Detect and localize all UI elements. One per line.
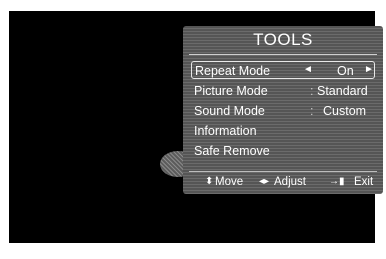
menu-item-label: Sound Mode bbox=[194, 104, 265, 118]
menu-title: TOOLS bbox=[253, 30, 313, 49]
menu-item-label: Repeat Mode bbox=[195, 64, 271, 78]
move-hint: Move bbox=[215, 176, 244, 188]
arrow-right-icon[interactable]: ► bbox=[364, 62, 374, 78]
adjust-hint: Adjust bbox=[274, 176, 306, 188]
menu-item-value: On bbox=[337, 64, 354, 78]
menu-item-information[interactable]: Information bbox=[191, 122, 375, 140]
tools-menu-panel: TOOLS Repeat Mode ◄ On ► Picture Mode : … bbox=[183, 26, 383, 194]
menu-item-picture-mode[interactable]: Picture Mode : Standard bbox=[191, 82, 375, 100]
arrow-left-icon[interactable]: ◄ bbox=[303, 62, 313, 78]
tv-screen: TOOLS Repeat Mode ◄ On ► Picture Mode : … bbox=[9, 11, 383, 243]
menu-item-value: Standard bbox=[317, 84, 368, 98]
menu-item-label: Information bbox=[194, 124, 257, 138]
exit-icon: →▮ bbox=[329, 176, 345, 187]
menu-item-value: Custom bbox=[323, 104, 367, 118]
title-divider bbox=[189, 54, 377, 55]
value-separator: : bbox=[310, 104, 314, 118]
menu-item-safe-remove[interactable]: Safe Remove bbox=[191, 142, 375, 160]
menu-item-repeat-mode[interactable]: Repeat Mode ◄ On ► bbox=[191, 61, 375, 79]
adjust-icon: ◂▸ bbox=[259, 176, 270, 187]
menu-footer: ⬍ Move ◂▸ Adjust →▮ Exit bbox=[183, 171, 383, 193]
exit-hint: Exit bbox=[354, 176, 374, 188]
menu-item-label: Safe Remove bbox=[194, 144, 270, 158]
value-separator: : bbox=[310, 84, 314, 98]
menu-item-label: Picture Mode bbox=[194, 84, 268, 98]
move-icon: ⬍ bbox=[205, 176, 214, 187]
menu-item-sound-mode[interactable]: Sound Mode : Custom bbox=[191, 102, 375, 120]
